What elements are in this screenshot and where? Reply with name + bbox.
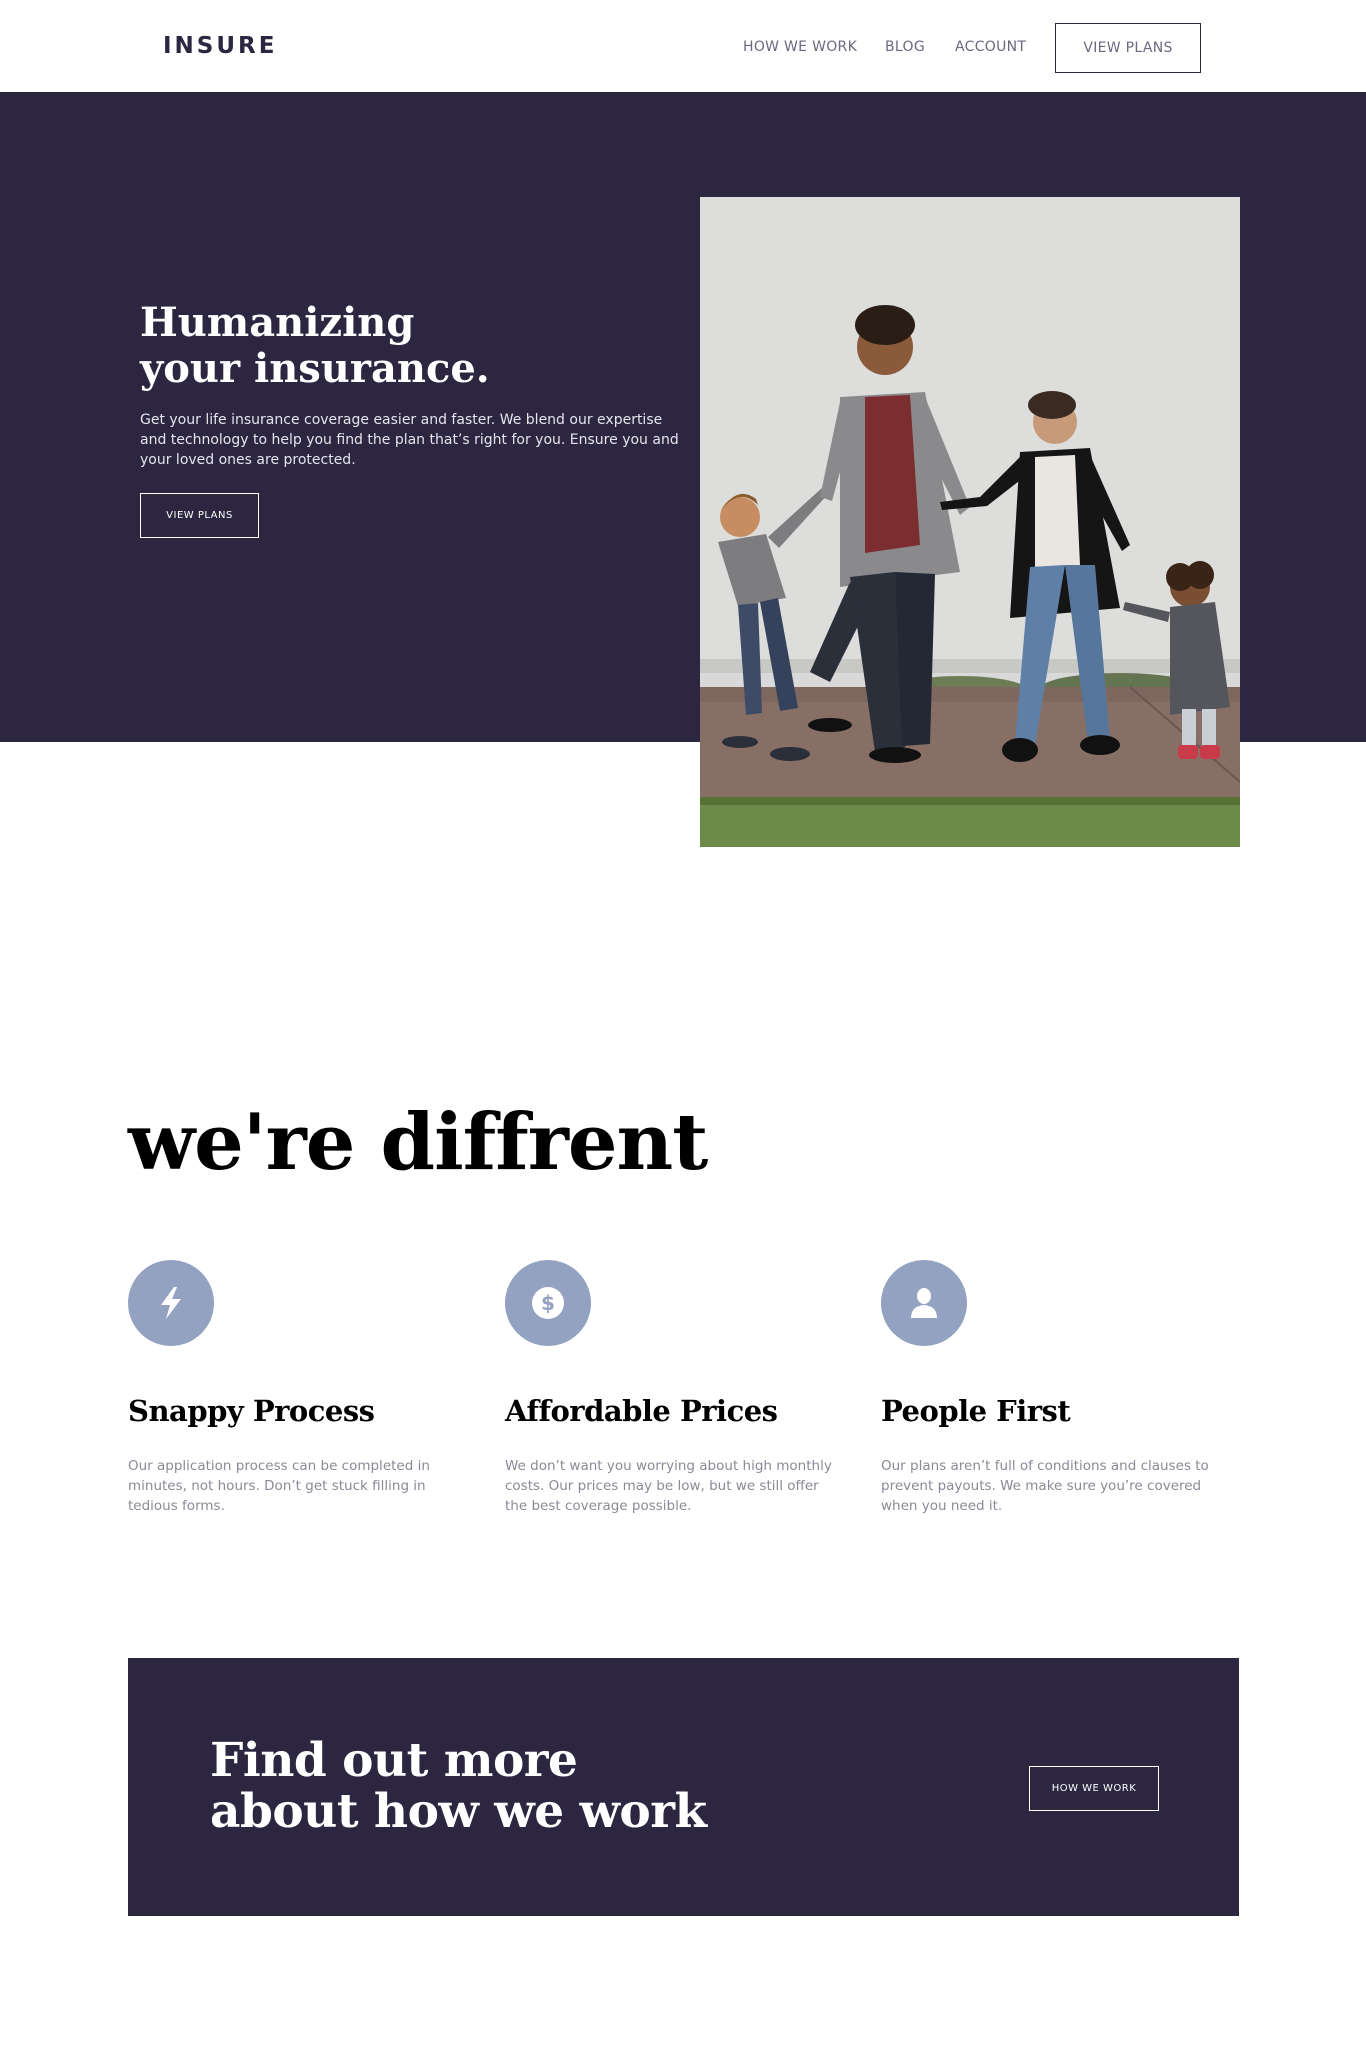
family-photo [700, 197, 1240, 847]
brand-logo[interactable]: INSURE [163, 33, 277, 59]
lightning-icon [128, 1260, 214, 1346]
lightning-glyph [161, 1287, 181, 1319]
how-we-work-cta-section: Find out more about how we work HOW WE W… [128, 1658, 1239, 1916]
nav-link-blog[interactable]: BLOG [885, 39, 925, 55]
hero-title: Humanizing your insurance. [140, 299, 490, 392]
svg-text:$: $ [541, 1291, 555, 1315]
feature-title-affordable-prices: Affordable Prices [505, 1394, 778, 1428]
nav-link-how-we-work[interactable]: HOW WE WORK [743, 39, 857, 55]
feature-title-people-first: People First [881, 1394, 1071, 1428]
feature-text-snappy-process: Our application process can be completed… [128, 1458, 430, 1514]
how-we-work-button[interactable]: HOW WE WORK [1029, 1766, 1159, 1811]
feature-text-people-first: Our plans aren’t full of conditions and … [881, 1458, 1209, 1514]
hero-description: Get your life insurance coverage easier … [140, 412, 679, 468]
family-illustration [700, 197, 1240, 847]
person-glyph [911, 1288, 937, 1318]
site-header: INSURE HOW WE WORK BLOG ACCOUNT VIEW PLA… [0, 0, 1366, 92]
feature-text-affordable-prices: We don’t want you worrying about high mo… [505, 1458, 832, 1514]
dollar-glyph: $ [532, 1287, 564, 1319]
view-plans-nav-button[interactable]: VIEW PLANS [1055, 23, 1201, 73]
features-title: we're diffrent [128, 1097, 708, 1188]
feature-title-snappy-process: Snappy Process [128, 1394, 375, 1428]
cta-title: Find out more about how we work [210, 1733, 707, 1839]
person-icon [881, 1260, 967, 1346]
view-plans-hero-button[interactable]: VIEW PLANS [140, 493, 259, 538]
dollar-icon: $ [505, 1260, 591, 1346]
nav-link-account[interactable]: ACCOUNT [955, 39, 1026, 55]
